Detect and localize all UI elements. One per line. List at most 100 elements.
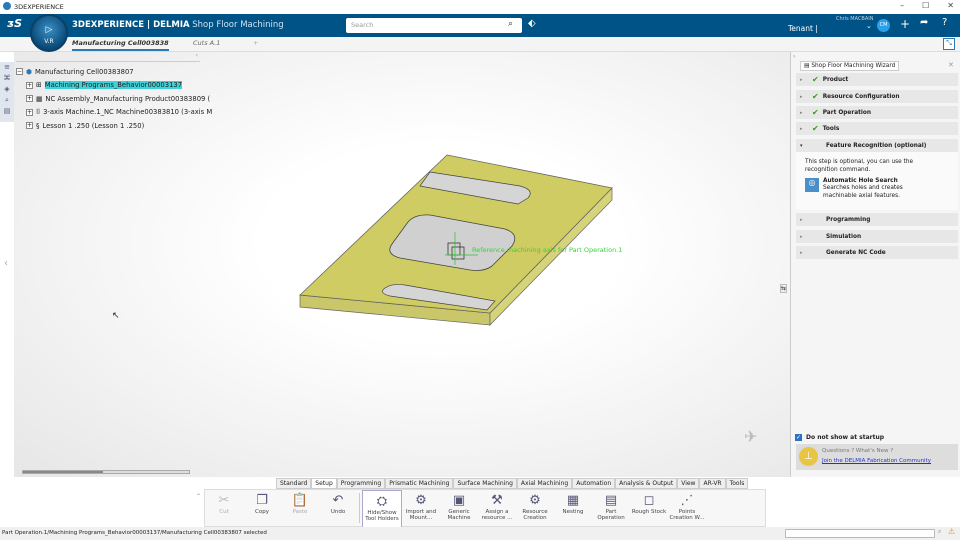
- ribbon-tab-setup[interactable]: Setup: [311, 478, 337, 489]
- button-label: Paste: [292, 509, 308, 515]
- brand-bold: 3D: [72, 20, 85, 30]
- layer-icon[interactable]: ⌘: [0, 73, 14, 84]
- ds-logo-icon[interactable]: ᴣS: [7, 17, 22, 30]
- collapse-icon[interactable]: ⤡: [943, 38, 955, 50]
- program-icon: ⊞: [36, 81, 42, 90]
- cut-button[interactable]: ✂ Cut: [205, 490, 243, 528]
- panel-toggle-icon[interactable]: ⇆: [780, 284, 788, 293]
- step-generate-nc-code[interactable]: ▸ Generate NC Code: [796, 246, 958, 259]
- tree-item[interactable]: + ⌷ 3-axis Machine.1_NC Machine00383810 (3…: [16, 106, 212, 120]
- play-icon: ▷: [45, 25, 53, 35]
- tree-item[interactable]: + § Lesson 1 .250 (Lesson 1 .250): [16, 119, 212, 133]
- step-simulation[interactable]: ▸ Simulation: [796, 230, 958, 243]
- tab-cuts[interactable]: Cuts A.1: [193, 39, 220, 47]
- chevron-down-icon[interactable]: ⌄: [196, 490, 201, 497]
- step-feature-recognition[interactable]: ▾ Feature Recognition (optional): [796, 139, 958, 152]
- tree-label: NC Assembly_Manufacturing Product0038380…: [45, 94, 211, 103]
- step-resource-configuration[interactable]: ▸ ✔ Resource Configuration: [796, 90, 958, 103]
- avatar[interactable]: CM: [877, 19, 890, 32]
- part-icon: ▤: [604, 493, 618, 508]
- step-part-operation[interactable]: ▸ ✔ Part Operation: [796, 106, 958, 119]
- collapse-tree-icon[interactable]: ‹: [196, 52, 198, 59]
- tree-side-toolbar: ≡ ⌘ ◈ ⌕ ▤: [0, 62, 14, 122]
- tree-item[interactable]: + ⊞ Machining Programs_Behavior00003137: [16, 79, 212, 93]
- step-label: Feature Recognition (optional): [826, 142, 927, 149]
- hide-show-tool-holders-button[interactable]: ⛭ Hide/Show Tool Holders: [362, 490, 402, 528]
- app-logo-icon: [3, 2, 11, 10]
- cut-icon: ✂: [218, 493, 230, 508]
- search-icon[interactable]: ⌕: [508, 19, 513, 29]
- plus-icon[interactable]: +: [900, 17, 910, 31]
- ribbon-tab-view[interactable]: View: [677, 478, 700, 489]
- close-panel-icon[interactable]: ✕: [948, 61, 954, 69]
- ribbon-tab-tools[interactable]: Tools: [725, 478, 749, 489]
- brand-name: EXPERIENCE | DELMIA: [84, 20, 190, 30]
- ribbon-tab-surface-machining[interactable]: Surface Machining: [453, 478, 517, 489]
- feature-recognition-body: This step is optional, you can use the r…: [796, 152, 958, 210]
- community-link[interactable]: Join the DELMIA Fabrication Community: [822, 458, 931, 464]
- button-label: Rough Stock: [631, 509, 667, 515]
- step-tools[interactable]: ▸ ✔ Tools: [796, 122, 958, 135]
- paste-button[interactable]: 📋 Paste: [281, 490, 319, 528]
- chevron-left-icon[interactable]: ‹: [4, 258, 8, 269]
- check-icon: ✔: [812, 108, 819, 117]
- ribbon-tab-prismatic-machining[interactable]: Prismatic Machining: [385, 478, 454, 489]
- ribbon-tab-analysis-output[interactable]: Analysis & Output: [615, 478, 678, 489]
- search-input[interactable]: Search: [346, 18, 522, 33]
- automatic-hole-search-command[interactable]: ◎ Automatic Hole Search Searches holes an…: [805, 178, 949, 200]
- expand-icon[interactable]: ›: [793, 53, 795, 60]
- machine-icon: ⌷: [36, 107, 41, 116]
- maximize-button[interactable]: ☐: [922, 1, 929, 10]
- search-command-icon[interactable]: ⌕: [938, 528, 941, 536]
- check-icon: ✔: [812, 75, 819, 84]
- axis-label: Reference machining axis for Part Operat…: [472, 246, 623, 254]
- close-button[interactable]: ✕: [947, 1, 954, 10]
- dont-show-checkbox[interactable]: ✓ Do not show at startup: [795, 434, 884, 441]
- button-label: Copy: [255, 509, 269, 515]
- search-tree-icon[interactable]: ⌕: [0, 95, 14, 106]
- spec-tree: − ⬢ Manufacturing Cell00383807 + ⊞ Machining…: [16, 65, 212, 133]
- tag-icon[interactable]: ⬖: [528, 18, 536, 29]
- compass-orientation-icon[interactable]: ✈: [744, 427, 757, 446]
- minimize-button[interactable]: –: [900, 1, 904, 10]
- compass-button[interactable]: ▷ V.R: [30, 14, 68, 52]
- ribbon-tab-axial-machining[interactable]: Axial Machining: [516, 478, 573, 489]
- generic-machine-button[interactable]: ▣ Generic Machine: [440, 490, 478, 528]
- community-box: ⊥ Questions ? What's New ? Join the DELM…: [796, 444, 958, 470]
- tab-manufacturing-cell[interactable]: Manufacturing Cell003838: [72, 39, 169, 51]
- resource-creation-button[interactable]: ⚙ Resource Creation: [516, 490, 554, 528]
- tree-root[interactable]: − ⬢ Manufacturing Cell00383807: [16, 65, 212, 79]
- command-input[interactable]: [785, 529, 935, 538]
- chevron-down-icon[interactable]: ⌄: [866, 22, 872, 30]
- copy-button[interactable]: ❐ Copy: [243, 490, 281, 528]
- ribbon-tab-standard[interactable]: Standard: [276, 478, 312, 489]
- tree-icon[interactable]: ≡: [0, 62, 14, 73]
- app-title: 3DEXPERIENCE | DELMIA Shop Floor Machini…: [72, 20, 284, 30]
- part-operation-button[interactable]: ▤ Part Operation: [592, 490, 630, 528]
- rough-icon: ◻: [643, 493, 655, 508]
- nesting-button[interactable]: ▦ Nesting: [554, 490, 592, 528]
- warning-icon[interactable]: ⚠: [948, 527, 955, 536]
- share-icon[interactable]: ➦: [920, 17, 928, 28]
- points-creation-w-button[interactable]: ⋰ Points Creation W...: [668, 490, 706, 528]
- assembly-icon: ▦: [36, 94, 43, 103]
- assign-a-resource-button[interactable]: ⚒ Assign a resource ...: [478, 490, 516, 528]
- step-product[interactable]: ▸ ✔ Product: [796, 73, 958, 86]
- ribbon-tab-ar-vr[interactable]: AR-VR: [699, 478, 726, 489]
- filter-icon[interactable]: ◈: [0, 84, 14, 95]
- help-icon[interactable]: ?: [942, 17, 947, 28]
- part-icon: §: [36, 121, 40, 130]
- hole-search-icon: ◎: [805, 178, 819, 192]
- tree-item[interactable]: + ▦ NC Assembly_Manufacturing Product00383…: [16, 92, 212, 106]
- undo-button[interactable]: ↶ Undo: [319, 490, 357, 528]
- tenant-selector[interactable]: Tenant |: [788, 24, 818, 33]
- panel-icon[interactable]: ▤: [0, 106, 14, 117]
- horizontal-scrollbar[interactable]: [22, 470, 190, 474]
- rough-stock-button[interactable]: ◻ Rough Stock: [630, 490, 668, 528]
- import-and-mount-button[interactable]: ⚙ Import and Mount...: [402, 490, 440, 528]
- ribbon-tab-automation[interactable]: Automation: [572, 478, 616, 489]
- new-tab-button[interactable]: +: [253, 39, 258, 47]
- button-label: Assign a resource ...: [481, 509, 513, 521]
- step-programming[interactable]: ▸ Programming: [796, 213, 958, 226]
- ribbon-tab-programming[interactable]: Programming: [336, 478, 386, 489]
